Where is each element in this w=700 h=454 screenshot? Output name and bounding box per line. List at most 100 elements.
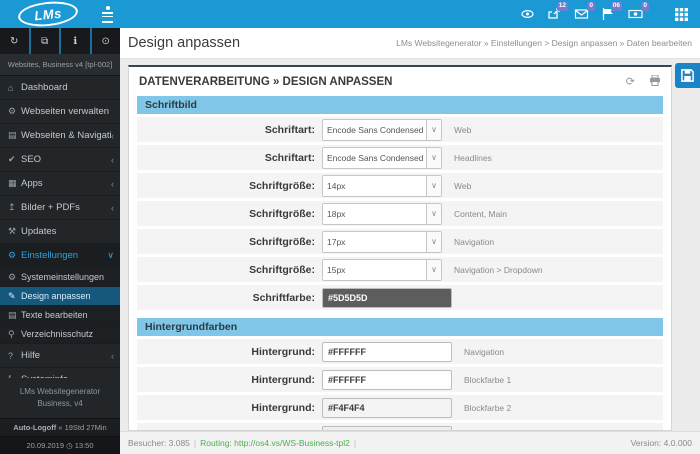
sidebar-toggle[interactable] <box>102 5 113 23</box>
gear-icon: ⚙ <box>8 106 17 116</box>
sidebar-item-bilder-pdfs[interactable]: ↥ Bilder + PDFs ‹ <box>0 196 120 220</box>
sidebar-item-label: Verzeichnisschutz <box>21 329 94 339</box>
sidebar-item-dashboard[interactable]: ⌂ Dashboard <box>0 76 120 100</box>
select-value: 18px <box>327 208 346 219</box>
cash-icon[interactable]: 0 <box>626 2 649 23</box>
version-label: Version: 4.0.000 <box>630 438 692 448</box>
field-note: Headlines <box>454 152 492 163</box>
print-icon[interactable] <box>649 74 661 89</box>
wrench-icon: ⚒ <box>8 226 17 236</box>
sidebar-item-systemeinstellungen[interactable]: ⚙ Systemeinstellungen <box>0 268 120 287</box>
title-strip: Design anpassen LMs Websitegenerator » E… <box>120 28 700 59</box>
date-value: 20.09.2019 <box>26 441 65 450</box>
chevron-down-icon: ∨ <box>426 259 441 280</box>
save-button[interactable] <box>675 63 700 88</box>
form-row: Schriftgröße: 15px ∨ Navigation > Dropdown <box>137 257 663 282</box>
sidebar-item-design-anpassen[interactable]: ✎ Design anpassen <box>0 287 120 306</box>
sidebar-item-seo[interactable]: ✔ SEO ‹ <box>0 148 120 172</box>
chevron-left-icon: ‹ <box>111 178 114 189</box>
power-icon: ⊙ <box>101 35 110 47</box>
sidebar-item-apps[interactable]: ▦ Apps ‹ <box>0 172 120 196</box>
toggle-dot-icon <box>105 5 110 10</box>
select-value: Encode Sans Condensed <box>327 124 424 135</box>
chevron-down-icon: ∨ <box>426 231 441 252</box>
form-row: Schriftfarbe: #5D5D5D <box>137 285 663 310</box>
eye-icon[interactable] <box>518 5 536 23</box>
select-value: 15px <box>327 264 346 275</box>
field-label: Hintergrund: <box>137 430 322 431</box>
field-label: Hintergrund: <box>251 345 315 358</box>
select-schriftart[interactable]: Encode Sans Condensed ∨ <box>322 118 442 141</box>
toolbar-button-copy-icon[interactable]: ⧉ <box>30 28 61 54</box>
field-label: Schriftgröße: <box>249 263 315 276</box>
content-area: DATENVERARBEITUNG » DESIGN ANPASSEN ⟳ Sc… <box>120 59 700 431</box>
sidebar-item-webseiten-navigation[interactable]: ▤ Webseiten & Navigation‹ <box>0 124 120 148</box>
color-input[interactable]: #5D5D5D <box>322 287 452 308</box>
breadcrumb[interactable]: LMs Websitegenerator » Einstellungen > D… <box>396 38 692 48</box>
logo-text: LMs <box>33 5 63 23</box>
sidebar-item-einstellungen[interactable]: ⚙ Einstellungen ∨ <box>0 244 120 268</box>
brand-line2: Business, v4 <box>37 399 83 408</box>
sidebar-item-verzeichnisschutz[interactable]: ⚲ Verzeichnisschutz <box>0 325 120 344</box>
panel-body: Schriftbild Schriftart: Encode Sans Conden… <box>129 96 671 432</box>
form-row: Hintergrund: #FFFFFF Navigation <box>137 339 663 364</box>
field-note: Navigation <box>464 346 505 357</box>
field-label: Schriftart: <box>264 151 315 164</box>
time-value: 13:50 <box>74 441 94 450</box>
field-label: Schriftgröße: <box>249 207 315 220</box>
select-schriftgre[interactable]: 17px ∨ <box>322 230 442 253</box>
auto-logoff-label: Auto-Logoff <box>13 423 57 432</box>
sidebar-item-updates[interactable]: ⚒ Updates <box>0 220 120 244</box>
select-value: 14px <box>327 180 346 191</box>
color-input[interactable]: #EEEEEE <box>322 425 452 430</box>
select-schriftgre[interactable]: 15px ∨ <box>322 258 442 281</box>
color-input[interactable]: #FFFFFF <box>322 341 452 362</box>
sidebar-item-systeminfo[interactable]: ℹSysteminfo‹ <box>0 368 120 378</box>
apps-icon: ▦ <box>8 178 17 188</box>
sidebar-brand: LMs Websitegenerator Business, v4 <box>0 378 120 418</box>
site-label: Websites, Business v4 [tpl-002] <box>0 54 120 76</box>
select-schriftgre[interactable]: 18px ∨ <box>322 202 442 225</box>
sidebar-item-label: Apps <box>21 178 43 189</box>
chevron-left-icon: ‹ <box>111 130 114 141</box>
help-icon: ? <box>8 350 14 361</box>
external-link-icon[interactable]: 12 <box>545 2 568 23</box>
sidebar-item-label: Einstellungen <box>21 250 79 261</box>
topbar-icons: 12 0 06 0 <box>518 2 700 23</box>
footer-separator: | <box>193 438 197 448</box>
select-schriftgre[interactable]: 14px ∨ <box>322 174 442 197</box>
sidebar: ↻ ⧉ ℹ ⊙ Websites, Business v4 [tpl-002] ⌂ Da… <box>0 28 120 454</box>
color-input[interactable]: #F4F4F4 <box>322 397 452 418</box>
auto-logoff-bar: Auto-Logoff « 19Std 27Min <box>0 418 120 436</box>
toolbar-button-power-icon[interactable]: ⊙ <box>91 28 120 54</box>
refresh-icon[interactable]: ⟳ <box>626 76 635 88</box>
mail-icon[interactable]: 0 <box>572 2 595 23</box>
chevron-left-icon: ‹ <box>111 350 114 361</box>
form-row: Schriftgröße: 18px ∨ Content, Main <box>137 201 663 226</box>
datetime-bar: 20.09.2019 ◷ 13:50 <box>0 436 120 454</box>
field-note: Blockfarbe 3 <box>464 431 511 432</box>
toolbar-button-sync-icon[interactable]: ↻ <box>0 28 31 54</box>
grid-icon[interactable] <box>672 5 690 23</box>
section-header: Hintergrundfarben <box>137 318 663 336</box>
toolbar-button-info-icon[interactable]: ℹ <box>61 28 92 54</box>
select-schriftart[interactable]: Encode Sans Condensed ∨ <box>322 146 442 169</box>
sidebar-item-label: Texte bearbeiten <box>21 310 88 320</box>
flag-icon[interactable]: 06 <box>599 2 622 23</box>
chevron-down-icon: ∨ <box>107 250 114 260</box>
key-icon: ⚲ <box>8 328 15 339</box>
chevron-down-icon: ∨ <box>426 175 441 196</box>
field-note: Web <box>454 180 472 191</box>
logo-ellipse: LMs ® <box>16 0 83 30</box>
form-row: Schriftart: Encode Sans Condensed ∨ Headlin… <box>137 145 663 170</box>
sidebar-item-texte-bearbeiten[interactable]: ▤ Texte bearbeiten <box>0 306 120 325</box>
sidebar-item-webseiten-verwalten[interactable]: ⚙ Webseiten verwalten <box>0 100 120 124</box>
brand-line1: LMs Websitegenerator <box>19 387 101 396</box>
sidebar-item-label: Systemeinstellungen <box>21 272 105 282</box>
chevron-down-icon: ∨ <box>426 147 441 168</box>
color-input[interactable]: #FFFFFF <box>322 369 452 390</box>
routing-link[interactable]: Routing: http://os4.vs/WS-Business-tpl2 <box>200 438 350 448</box>
sidebar-menu: ⌂ Dashboard ⚙ Webseiten verwalten ▤ Webseiten… <box>0 76 120 378</box>
sidebar-item-hilfe[interactable]: ? Hilfe ‹ <box>0 344 120 368</box>
logo[interactable]: LMs ® <box>0 0 96 30</box>
